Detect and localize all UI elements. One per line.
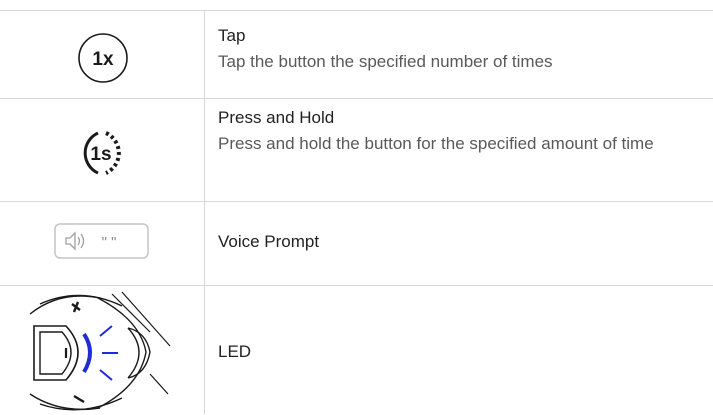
legend-text-cell: Voice Prompt <box>218 231 703 253</box>
led-icon <box>29 291 171 411</box>
legend-row-voice-prompt: " " Voice Prompt <box>0 201 713 285</box>
press-and-hold-icon-label: 1s <box>90 144 111 165</box>
gesture-legend-table: 1x Tap Tap the button the specified numb… <box>0 0 713 414</box>
legend-description: Press and hold the button for the specif… <box>218 134 654 153</box>
legend-term: Voice Prompt <box>218 232 320 251</box>
legend-text-cell: Tap Tap the button the specified number … <box>218 25 703 74</box>
legend-term: Tap <box>218 26 246 45</box>
legend-description: Tap the button the specified number of t… <box>218 52 553 71</box>
tap-icon: 1x <box>78 33 128 83</box>
tap-icon-label: 1x <box>92 49 114 70</box>
voice-prompt-icon-label: " " <box>102 234 117 251</box>
press-and-hold-icon: 1s <box>83 131 121 175</box>
legend-icon-cell: " " <box>0 202 204 285</box>
legend-text-cell: Press and Hold Press and hold the button… <box>218 107 703 156</box>
legend-row-press-and-hold: 1s Press and Hold Press and hold the but… <box>0 98 713 201</box>
legend-text-cell: LED <box>218 341 703 363</box>
legend-icon-cell <box>0 286 204 414</box>
legend-row-tap: 1x Tap Tap the button the specified numb… <box>0 10 713 98</box>
legend-row-led: LED <box>0 285 713 414</box>
legend-icon-cell: 1s <box>0 99 204 201</box>
voice-prompt-icon: " " <box>54 223 149 259</box>
legend-term: LED <box>218 342 252 361</box>
legend-icon-cell: 1x <box>0 11 204 98</box>
legend-term: Press and Hold <box>218 108 335 127</box>
